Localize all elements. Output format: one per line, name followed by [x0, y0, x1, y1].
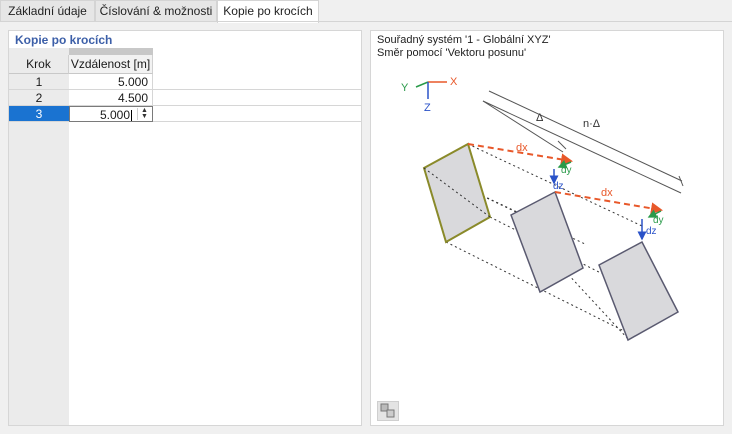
tab-underline	[0, 21, 732, 22]
steps-panel: Kopie po krocích Krok Vzdálenost [m] 1 5…	[8, 30, 362, 426]
distance-cell-1[interactable]: 5.000	[69, 74, 153, 90]
tab-cislovani-moznosti[interactable]: Číslování & možnosti	[95, 0, 217, 21]
copy-member-1	[510, 190, 584, 294]
dz-label-1: dz	[553, 181, 564, 192]
preview-panel: Souřadný systém '1 - Globální XYZ' Směr …	[370, 30, 724, 426]
spin-stepper[interactable]: ▲ ▼	[137, 107, 151, 120]
column-group-strip	[69, 48, 153, 55]
distance-input-3[interactable]: 5.000 ▲ ▼	[69, 106, 153, 122]
row-divider	[153, 121, 361, 122]
tab-kopie-po-krocich[interactable]: Kopie po krocích	[217, 0, 319, 23]
dy-label-1: dy	[561, 165, 572, 176]
text-caret	[131, 110, 132, 122]
distance-input-value: 5.000	[99, 108, 130, 122]
axis-y-label: Y	[401, 82, 409, 94]
n-delta-label: n·Δ	[583, 118, 601, 130]
tab-bar: Základní údaje Číslování & možnosti Kopi…	[0, 0, 732, 23]
column-header-vzdalenost[interactable]: Vzdálenost [m]	[69, 55, 153, 74]
delta-label: Δ	[536, 112, 544, 124]
axis-glyph: X Y Z	[401, 76, 458, 114]
copy-diagram: X Y Z Δ n·Δ dx dx dy dz dy dz	[401, 76, 684, 342]
row-header-2[interactable]: 2	[9, 90, 69, 106]
axis-x-label: X	[450, 76, 458, 88]
axis-z-label: Z	[424, 102, 431, 114]
swap-view-icon[interactable]	[377, 401, 399, 421]
row-header-3[interactable]: 3	[9, 106, 69, 122]
row-divider	[153, 89, 361, 90]
row-header-1[interactable]: 1	[9, 74, 69, 90]
dimension-lines	[482, 90, 684, 194]
dx-label-2: dx	[601, 187, 613, 199]
dz-label-2: dz	[646, 226, 657, 237]
panel-title: Kopie po krocích	[15, 33, 113, 47]
row-divider	[153, 105, 361, 106]
column-header-krok[interactable]: Krok	[9, 55, 69, 74]
distance-cell-2[interactable]: 4.500	[69, 90, 153, 106]
dy-label-2: dy	[653, 215, 664, 226]
copy-member-2	[598, 240, 679, 342]
tab-zakladni-udaje[interactable]: Základní údaje	[0, 0, 95, 21]
dx-label-1: dx	[516, 142, 528, 154]
